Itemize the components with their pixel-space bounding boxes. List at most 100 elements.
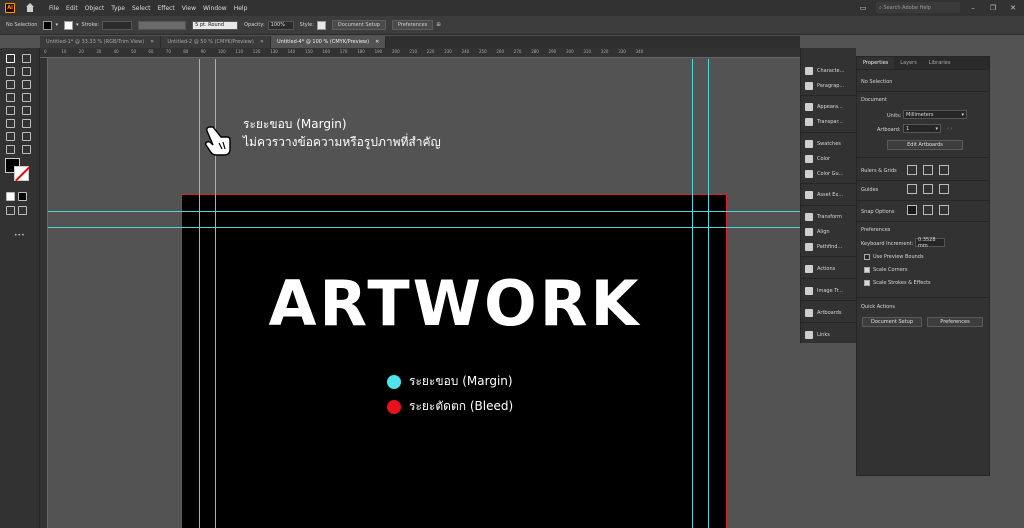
minimize-icon[interactable]: – xyxy=(966,4,980,12)
stroke-color-swatch[interactable] xyxy=(14,166,29,181)
chevron-down-icon[interactable]: ▾ xyxy=(55,22,58,28)
dock-item-paragraph[interactable]: Paragrap... xyxy=(805,79,844,93)
dock-item-character[interactable]: Characte... xyxy=(805,64,844,78)
opacity-field[interactable]: 100% xyxy=(267,20,294,30)
tab-untitled-1[interactable]: Untitled-1* @ 33.33 % (RGB/Trim View) ✕ xyxy=(40,36,162,48)
guide-horizontal[interactable] xyxy=(48,211,800,212)
dock-item-color[interactable]: Color xyxy=(805,152,830,166)
rectangle-tool-icon[interactable] xyxy=(6,80,15,89)
show-guides-icon[interactable] xyxy=(907,184,917,194)
artboard-select[interactable]: 1 ▾ xyxy=(903,124,941,133)
pixel-grid-icon[interactable] xyxy=(939,165,949,175)
scale-corners-checkbox[interactable] xyxy=(864,267,870,273)
color-mode-icon[interactable] xyxy=(6,192,15,201)
guide-horizontal[interactable] xyxy=(48,227,800,228)
zoom-tool-icon[interactable] xyxy=(22,145,31,154)
tab-layers[interactable]: Layers xyxy=(894,57,923,69)
selection-tool-icon[interactable] xyxy=(6,54,15,63)
rotate-tool-icon[interactable] xyxy=(6,106,15,115)
hand-tool-icon[interactable] xyxy=(6,145,15,154)
guide-vertical[interactable] xyxy=(708,59,709,528)
close-icon[interactable]: ✕ xyxy=(260,39,264,45)
snap-point-icon[interactable] xyxy=(907,205,917,215)
grid-icon[interactable] xyxy=(923,165,933,175)
dock-item-asset-export[interactable]: Asset Ex... xyxy=(805,188,843,202)
tab-untitled-2[interactable]: Untitled-2 @ 50 % (CMYK/Preview) ✕ xyxy=(161,36,271,48)
line-tool-icon[interactable] xyxy=(22,93,31,102)
type-tool-icon[interactable] xyxy=(6,93,15,102)
dock-item-actions[interactable]: Actions xyxy=(805,262,835,276)
dock-item-links[interactable]: Links xyxy=(805,328,830,342)
close-icon[interactable]: ✕ xyxy=(1006,4,1020,12)
preferences-button[interactable]: Preferences xyxy=(391,20,434,30)
close-icon[interactable]: ✕ xyxy=(150,39,154,45)
pen-tool-icon[interactable] xyxy=(22,67,31,76)
keyboard-increment-field[interactable]: 0.3528 mm xyxy=(915,237,945,249)
variable-width-field[interactable] xyxy=(138,20,187,30)
workspace-icon[interactable]: ▭ xyxy=(856,4,870,12)
menu-view[interactable]: View xyxy=(182,5,196,12)
scale-tool-icon[interactable] xyxy=(22,106,31,115)
menu-help[interactable]: Help xyxy=(234,5,248,12)
scale-strokes-checkbox[interactable] xyxy=(864,280,870,286)
blend-tool-icon[interactable] xyxy=(22,132,31,141)
document-setup-button[interactable]: Document Setup xyxy=(862,317,922,327)
more-tools-icon[interactable]: ••• xyxy=(14,232,25,239)
close-icon[interactable]: ✕ xyxy=(375,39,379,45)
brush-field[interactable]: 5 pt. Round xyxy=(192,20,239,30)
menu-effect[interactable]: Effect xyxy=(158,5,175,12)
canvas[interactable]: ARTWORK ระยะขอบ (Margin) ระยะตัดตก (Blee… xyxy=(48,59,800,528)
menu-select[interactable]: Select xyxy=(132,5,151,12)
rulers-icon[interactable] xyxy=(907,165,917,175)
stroke-weight-field[interactable] xyxy=(102,20,133,30)
restore-icon[interactable]: ❐ xyxy=(986,4,1000,12)
chevron-down-icon[interactable]: ▾ xyxy=(76,22,79,28)
menu-type[interactable]: Type xyxy=(111,5,125,12)
tab-untitled-4[interactable]: Untitled-4* @ 100 % (CMYK/Preview) ✕ xyxy=(270,36,387,48)
menu-edit[interactable]: Edit xyxy=(66,5,78,12)
dock-item-appearance[interactable]: Appeara... xyxy=(805,100,843,114)
menu-object[interactable]: Object xyxy=(85,5,105,12)
guide-vertical[interactable] xyxy=(692,59,693,528)
home-icon[interactable] xyxy=(25,3,35,13)
stroke-swatch[interactable] xyxy=(63,20,73,30)
pencil-tool-icon[interactable] xyxy=(22,80,31,89)
snap-pixel-icon[interactable] xyxy=(923,205,933,215)
help-search-input[interactable]: ⌕ Search Adobe Help xyxy=(876,2,960,13)
lock-guides-icon[interactable] xyxy=(923,184,933,194)
dock-item-artboards[interactable]: Artboards xyxy=(805,306,841,320)
dock-item-align[interactable]: Align xyxy=(805,225,830,239)
document-setup-button[interactable]: Document Setup xyxy=(331,20,386,30)
use-preview-bounds-checkbox[interactable] xyxy=(864,254,870,260)
direct-selection-tool-icon[interactable] xyxy=(22,54,31,63)
style-swatch[interactable] xyxy=(316,20,326,30)
shape-builder-tool-icon[interactable] xyxy=(6,119,15,128)
draw-mode-icon[interactable] xyxy=(6,206,15,215)
dock-item-swatches[interactable]: Swatches xyxy=(805,137,841,151)
eyedropper-tool-icon[interactable] xyxy=(6,132,15,141)
dock-item-color-guide[interactable]: Color Gu... xyxy=(805,167,843,181)
smart-guides-icon[interactable] xyxy=(939,184,949,194)
screen-mode-icon[interactable] xyxy=(18,206,27,215)
gradient-mode-icon[interactable] xyxy=(18,192,27,201)
dock-item-transform[interactable]: Transform xyxy=(805,210,842,224)
guide-vertical[interactable] xyxy=(199,59,200,528)
artboard-nav-icon[interactable]: ‹ › xyxy=(947,126,953,132)
preferences-button[interactable]: Preferences xyxy=(927,317,983,327)
menu-window[interactable]: Window xyxy=(203,5,227,12)
dock-item-pathfinder[interactable]: Pathfind... xyxy=(805,240,842,254)
magic-wand-tool-icon[interactable] xyxy=(6,67,15,76)
fill-swatch[interactable] xyxy=(43,20,53,30)
arrange-icon[interactable]: ⊞ xyxy=(436,22,440,28)
tab-libraries[interactable]: Libraries xyxy=(923,57,957,69)
dock-item-transparency[interactable]: Transpar... xyxy=(805,115,843,129)
tab-properties[interactable]: Properties xyxy=(857,57,895,69)
vertical-ruler[interactable] xyxy=(40,58,48,528)
edit-artboards-button[interactable]: Edit Artboards xyxy=(887,140,963,150)
dock-item-image-trace[interactable]: Image Tr... xyxy=(805,284,843,298)
snap-glyph-icon[interactable] xyxy=(939,205,949,215)
units-select[interactable]: Millimeters ▾ xyxy=(903,110,967,119)
menu-file[interactable]: File xyxy=(49,5,59,12)
gradient-tool-icon[interactable] xyxy=(22,119,31,128)
artboard[interactable]: ARTWORK ระยะขอบ (Margin) ระยะตัดตก (Blee… xyxy=(181,194,727,528)
